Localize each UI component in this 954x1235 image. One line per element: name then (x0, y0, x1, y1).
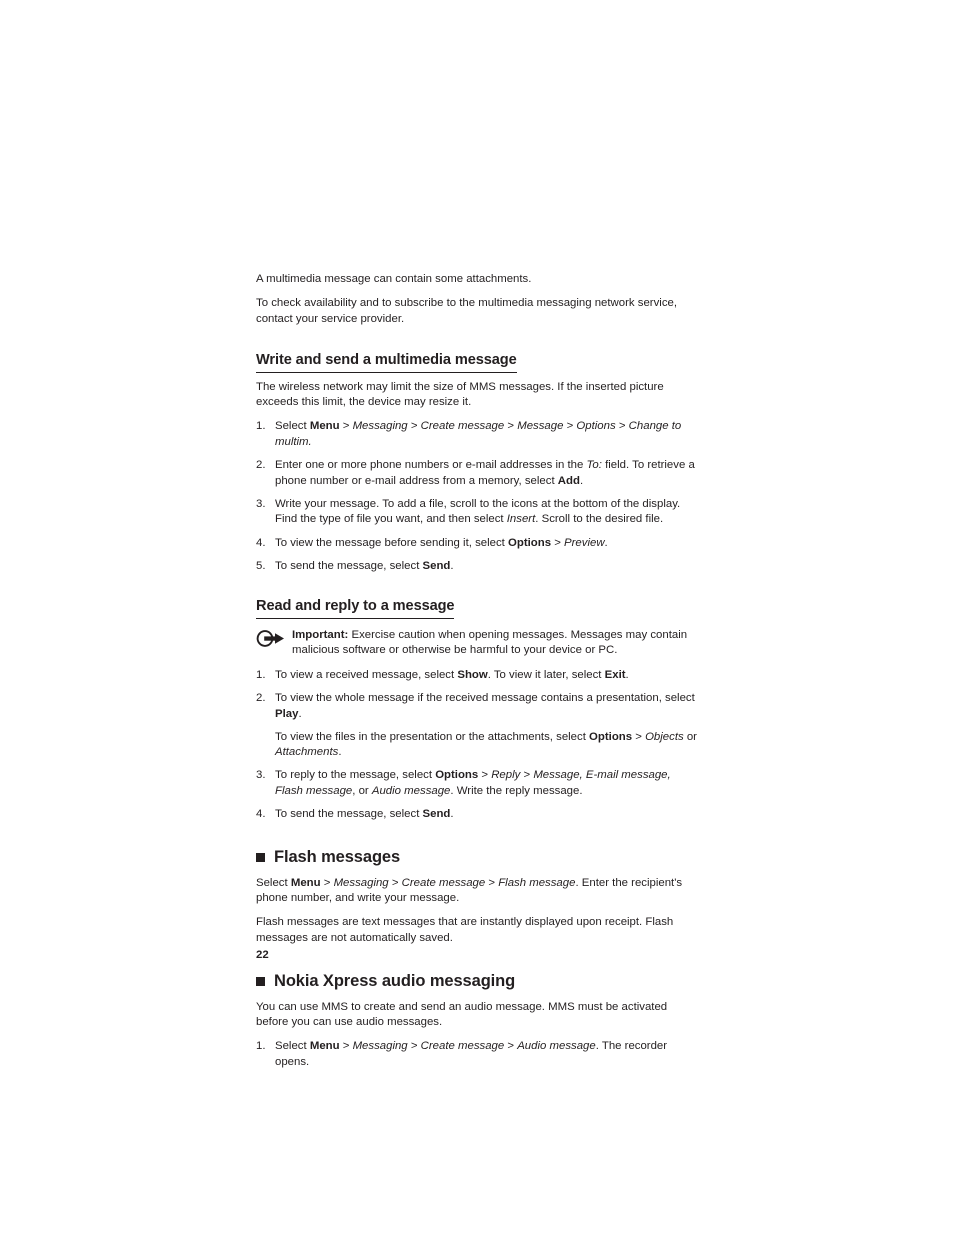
xpress-steps: 1. Select Menu > Messaging > Create messa… (256, 1039, 698, 1070)
list-item-text: Enter one or more phone numbers or e-mai… (275, 459, 695, 487)
list-item: 2. To view the whole message if the recei… (256, 691, 698, 761)
list-item-number: 3. (256, 497, 266, 510)
list-item-number: 1. (256, 1040, 266, 1053)
list-item: 5. To send the message, select Send. (256, 559, 698, 575)
section-heading-xpress-label: Nokia Xpress audio messaging (274, 971, 516, 990)
list-item-text: To view the message before sending it, s… (275, 536, 608, 549)
intro-paragraph-1: A multimedia message can contain some at… (256, 273, 532, 285)
list-item-number: 1. (256, 668, 266, 681)
square-bullet-icon (256, 852, 265, 862)
list-item-text: To send the message, select Send. (275, 559, 454, 572)
section-heading-flash: Flash messages (256, 847, 698, 868)
list-item-text: Write your message. To add a file, scrol… (275, 497, 681, 526)
list-item-text: To view a received message, select Show.… (275, 668, 629, 681)
list-item-number: 2. (256, 459, 266, 472)
list-item: 1. Select Menu > Messaging > Create messa… (256, 1039, 698, 1070)
list-item: 4. To send the message, select Send. (256, 807, 698, 823)
list-item-number: 4. (256, 536, 266, 549)
list-item-number: 2. (256, 692, 266, 704)
subheading-write-send-wrap: Write and send a multimedia message (256, 336, 698, 380)
write-send-steps: 1. Select Menu > Messaging > Create messa… (256, 419, 698, 574)
list-item-number: 4. (256, 808, 266, 821)
page-number: 22 (256, 949, 269, 961)
important-label: Important: (292, 628, 349, 641)
page-content: A multimedia message can contain some at… (256, 272, 698, 1078)
list-item-text: Select Menu > Messaging > Create message… (275, 1040, 668, 1068)
subheading-read-reply: Read and reply to a message (256, 597, 455, 619)
intro-paragraph-2: To check availability and to subscribe t… (256, 297, 678, 325)
square-bullet-icon (256, 976, 265, 986)
list-item-number: 5. (256, 559, 266, 572)
flash-paragraph-2: Flash messages are text messages that ar… (256, 916, 674, 944)
important-pointer-icon (256, 629, 286, 647)
read-reply-steps: 1. To view a received message, select Sho… (256, 668, 698, 823)
list-item: 2. Enter one or more phone numbers or e-m… (256, 458, 698, 489)
flash-paragraph-1: Select Menu > Messaging > Create message… (256, 876, 683, 905)
xpress-paragraph-1: You can use MMS to create and send an au… (256, 1000, 668, 1029)
list-item-text: To reply to the message, select Options … (275, 769, 671, 797)
subheading-write-send: Write and send a multimedia message (256, 351, 517, 373)
section-heading-xpress: Nokia Xpress audio messaging (256, 971, 698, 992)
important-note-text: Important: Exercise caution when opening… (292, 629, 687, 657)
list-item: 4. To view the message before sending it,… (256, 536, 698, 552)
important-note: Important: Exercise caution when opening… (256, 628, 698, 659)
subheading-read-reply-wrap: Read and reply to a message (256, 582, 698, 626)
list-item-number: 1. (256, 420, 266, 433)
list-item-number: 3. (256, 769, 266, 782)
list-item-text: Select Menu > Messaging > Create message… (275, 420, 682, 449)
list-item: 1. To view a received message, select Sho… (256, 668, 698, 684)
list-item-text: To view the whole message if the receive… (275, 692, 698, 761)
section-heading-flash-label: Flash messages (274, 847, 401, 866)
write-send-intro: The wireless network may limit the size … (256, 380, 664, 409)
list-item-text: To send the message, select Send. (275, 808, 454, 821)
list-item: 3. To reply to the message, select Option… (256, 768, 698, 799)
important-body: Exercise caution when opening messages. … (292, 628, 688, 657)
list-item: 1. Select Menu > Messaging > Create messa… (256, 419, 698, 450)
step-sub-paragraph: To view the files in the presentation or… (275, 730, 697, 759)
list-item: 3. Write your message. To add a file, scr… (256, 497, 698, 528)
